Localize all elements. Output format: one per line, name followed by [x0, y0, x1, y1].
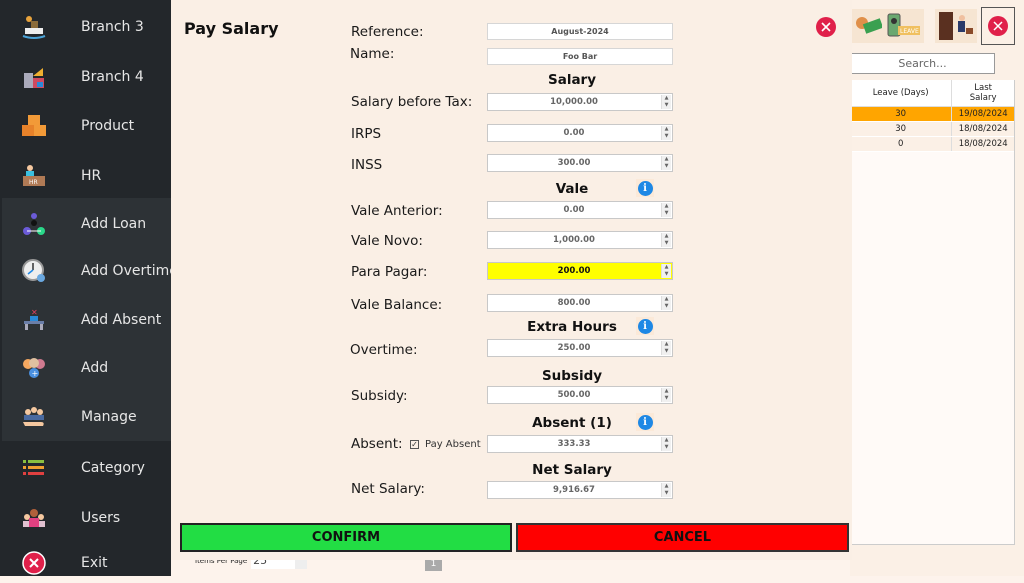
pay-absent-checkbox[interactable]: ✓ Pay Absent — [410, 439, 481, 450]
sidebar-item-category[interactable]: Category — [0, 448, 171, 488]
vale-novo-stepper[interactable]: 1,000.00 ▲ ▼ — [487, 231, 673, 249]
vale-info-icon[interactable]: i — [636, 179, 654, 197]
inss-stepper[interactable]: 300.00 ▲ ▼ — [487, 154, 673, 172]
sidebar-item-users[interactable]: Users — [0, 498, 171, 538]
table-row[interactable]: 30 19/08/2024 — [850, 107, 1014, 122]
absent-label: Absent: — [351, 436, 403, 452]
reference-label: Reference: — [351, 24, 424, 40]
svg-text:HR: HR — [29, 179, 38, 186]
section-absent: Absent (1) — [532, 415, 612, 431]
sidebar-item-branch-4[interactable]: Branch 4 — [0, 57, 171, 97]
ship-icon — [21, 14, 47, 40]
sidebar-item-hr[interactable]: HR HR — [0, 156, 171, 196]
sidebar-item-product[interactable]: Product — [0, 106, 171, 146]
dialog-title: Pay Salary — [184, 19, 279, 38]
sidebar: Branch 3 Branch 4 Product HR HR Add Loan… — [0, 0, 178, 576]
sidebar-item-exit[interactable]: Exit — [0, 543, 171, 583]
loan-icon — [21, 211, 47, 237]
spinner-arrows-icon[interactable]: ▲ ▼ — [661, 156, 671, 170]
search-input[interactable]: Search... — [850, 53, 995, 74]
checkmark-icon: ✓ — [410, 440, 419, 449]
inss-label: INSS — [351, 157, 383, 173]
header-last-salary[interactable]: Last Salary — [952, 80, 1014, 106]
irps-label: IRPS — [351, 126, 382, 142]
sidebar-item-add[interactable]: + Add — [0, 348, 171, 388]
svg-text:+: + — [32, 369, 39, 378]
reference-field[interactable]: August-2024 — [487, 23, 673, 40]
spinner-arrows-icon[interactable]: ▲ ▼ — [661, 95, 671, 109]
vale-novo-label: Vale Novo: — [351, 233, 423, 249]
section-extra-hours: Extra Hours — [527, 319, 617, 335]
warehouse-icon — [21, 64, 47, 90]
section-subsidy: Subsidy — [541, 368, 603, 384]
spinner-arrows-icon[interactable]: ▲ ▼ — [661, 233, 671, 247]
section-net-salary: Net Salary — [532, 462, 612, 478]
vale-anterior-label: Vale Anterior: — [351, 203, 443, 219]
para-pagar-label: Para Pagar: — [351, 264, 428, 280]
cancel-button[interactable]: CANCEL — [516, 523, 849, 552]
spinner-arrows-icon[interactable]: ▲ ▼ — [661, 296, 671, 310]
vale-balance-stepper[interactable]: 800.00 ▲ ▼ — [487, 294, 673, 312]
grid-header: Leave (Days) Last Salary — [850, 80, 1014, 107]
vale-balance-label: Vale Balance: — [351, 297, 443, 313]
close-window-button[interactable] — [981, 7, 1015, 45]
name-field[interactable]: Foo Bar — [487, 48, 673, 65]
boxes-icon — [21, 113, 47, 139]
spinner-arrows-icon[interactable]: ▲ ▼ — [661, 126, 671, 140]
section-vale: Vale — [555, 181, 589, 197]
clock-icon — [21, 258, 47, 284]
spinner-arrows-icon[interactable]: ▲ ▼ — [661, 264, 671, 278]
name-label: Name: — [350, 46, 395, 62]
spinner-arrows-icon[interactable]: ▲ ▼ — [661, 483, 671, 497]
hr-desk-icon: HR — [21, 163, 47, 189]
section-salary: Salary — [547, 72, 597, 88]
absent-desk-icon: ✕ — [21, 307, 47, 333]
svg-text:✕: ✕ — [31, 308, 38, 317]
spinner-arrows-icon[interactable]: ▲ ▼ — [661, 203, 671, 217]
pay-salary-dialog: Pay Salary Reference: August-2024 Name: … — [171, 0, 852, 560]
overtime-stepper[interactable]: 250.00 ▲ ▼ — [487, 339, 673, 357]
users-icon — [21, 505, 47, 531]
sidebar-item-add-absent[interactable]: ✕ Add Absent — [0, 300, 171, 340]
sidebar-item-add-overtime[interactable]: Add Overtime — [0, 251, 178, 291]
leave-icon[interactable]: LEAVE — [882, 9, 924, 43]
svg-text:LEAVE: LEAVE — [900, 28, 919, 35]
manage-people-icon — [21, 404, 47, 430]
irps-stepper[interactable]: 0.00 ▲ ▼ — [487, 124, 673, 142]
exit-door-icon[interactable] — [935, 9, 977, 43]
absent-stepper[interactable]: 333.33 ▲ ▼ — [487, 435, 673, 453]
net-salary-label: Net Salary: — [351, 481, 425, 497]
confirm-button[interactable]: CONFIRM — [180, 523, 512, 552]
spinner-arrows-icon[interactable]: ▲ ▼ — [661, 437, 671, 451]
extra-hours-info-icon[interactable]: i — [636, 317, 654, 335]
dialog-close-button[interactable] — [816, 17, 836, 37]
sidebar-item-manage[interactable]: Manage — [0, 397, 171, 437]
vale-anterior-stepper[interactable]: 0.00 ▲ ▼ — [487, 201, 673, 219]
table-row[interactable]: 30 18/08/2024 — [850, 122, 1014, 137]
exit-icon — [21, 550, 47, 576]
absent-info-icon[interactable]: i — [636, 413, 654, 431]
salary-before-tax-label: Salary before Tax: — [351, 94, 473, 110]
header-leave-days[interactable]: Leave (Days) — [850, 80, 953, 106]
list-icon — [21, 455, 47, 481]
para-pagar-stepper[interactable]: 200.00 ▲ ▼ — [487, 262, 673, 280]
sidebar-item-add-loan[interactable]: Add Loan — [0, 204, 171, 244]
subsidy-stepper[interactable]: 500.00 ▲ ▼ — [487, 386, 673, 404]
close-icon — [988, 16, 1008, 36]
overtime-label: Overtime: — [350, 342, 418, 358]
sidebar-item-branch-3[interactable]: Branch 3 — [0, 7, 171, 47]
subsidy-label: Subsidy: — [351, 388, 408, 404]
employee-grid: Leave (Days) Last Salary 30 19/08/2024 3… — [850, 80, 1015, 545]
spinner-arrows-icon[interactable]: ▲ ▼ — [661, 388, 671, 402]
salary-before-tax-stepper[interactable]: 10,000.00 ▲ ▼ — [487, 93, 673, 111]
spinner-arrows-icon[interactable]: ▲ ▼ — [661, 341, 671, 355]
add-people-icon: + — [21, 355, 47, 381]
net-salary-stepper[interactable]: 9,916.67 ▲ ▼ — [487, 481, 673, 499]
close-icon — [821, 22, 831, 32]
table-row[interactable]: 0 18/08/2024 — [850, 137, 1014, 152]
